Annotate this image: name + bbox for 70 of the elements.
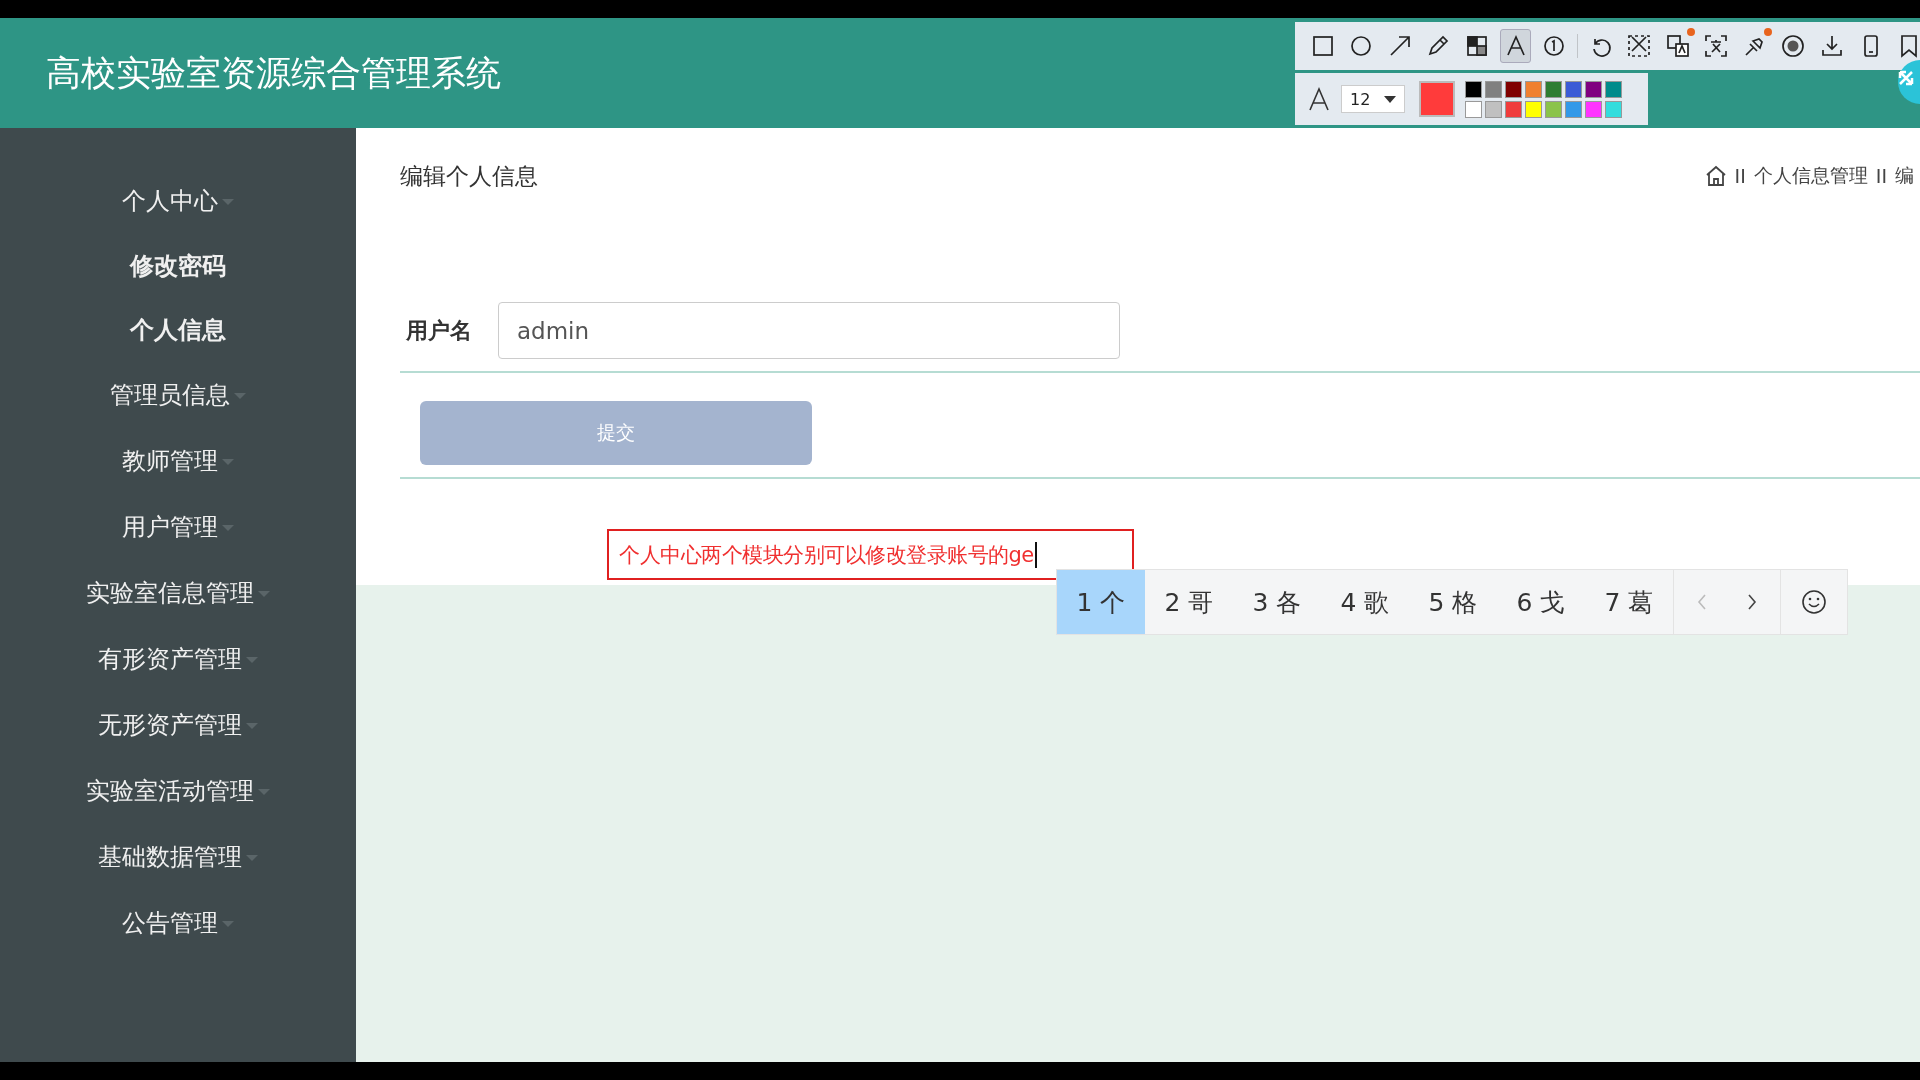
record-icon (1780, 33, 1807, 59)
sidebar-item[interactable]: 基础数据管理 (98, 841, 242, 873)
home-icon[interactable] (1704, 165, 1727, 187)
annotation-textbox[interactable]: 个人中心两个模块分别可以修改登录账号的ge (607, 529, 1134, 580)
ime-candidate[interactable]: 6 戈 (1497, 570, 1585, 634)
breadcrumb-item: 编 (1895, 163, 1914, 188)
sidebar-item[interactable]: 实验室信息管理 (86, 577, 254, 609)
ime-candidate[interactable]: 1 个 (1057, 570, 1145, 634)
ime-candidate[interactable]: 5 格 (1409, 570, 1497, 634)
ime-candidate[interactable]: 7 葛 (1585, 570, 1673, 634)
ime-candidate[interactable]: 3 各 (1233, 570, 1321, 634)
dropdown-caret-icon (1384, 95, 1396, 103)
caret-icon (222, 459, 234, 465)
field-label: 用户名 (406, 316, 473, 345)
app-title: 高校实验室资源综合管理系统 (46, 51, 501, 95)
breadcrumb-item: II (1875, 165, 1887, 187)
sidebar-item[interactable]: 管理员信息 (110, 379, 230, 411)
sidebar-item[interactable]: 有形资产管理 (98, 643, 242, 675)
color-swatch[interactable] (1525, 80, 1542, 98)
sidebar-item[interactable]: 教师管理 (122, 445, 218, 477)
color-swatch[interactable] (1585, 100, 1602, 118)
caret-icon (246, 657, 258, 663)
scissors-icon (1626, 33, 1653, 59)
color-swatch[interactable] (1505, 80, 1522, 98)
breadcrumb-item: 个人信息管理 (1753, 163, 1868, 188)
download-icon (1819, 33, 1845, 59)
color-swatch[interactable] (1605, 80, 1622, 98)
annotation-text: 个人中心两个模块分别可以修改登录账号的ge (619, 541, 1034, 569)
breadcrumb-item: II (1734, 165, 1746, 187)
page-title: 编辑个人信息 (400, 161, 538, 191)
translate-icon (1664, 33, 1691, 59)
color-swatch[interactable] (1585, 80, 1602, 98)
sidebar-subitem[interactable]: 修改密码 (130, 250, 226, 282)
font-size-value: 12 (1350, 89, 1371, 109)
caret-icon (222, 921, 234, 927)
ime-candidate[interactable]: 4 歌 (1321, 570, 1409, 634)
sidebar-item[interactable]: 个人中心 (122, 185, 218, 217)
sidebar-item[interactable]: 无形资产管理 (98, 709, 242, 741)
font-icon (1307, 86, 1331, 112)
color-swatch[interactable] (1505, 100, 1522, 118)
next-page-icon[interactable] (1746, 593, 1758, 611)
caret-icon (258, 789, 270, 795)
color-swatch[interactable] (1465, 80, 1482, 98)
color-swatch[interactable] (1545, 80, 1562, 98)
text-tool[interactable] (1499, 29, 1532, 63)
font-size-dropdown[interactable]: 12 (1341, 85, 1405, 113)
color-swatch[interactable] (1565, 100, 1582, 118)
caret-icon (246, 723, 258, 729)
caret-icon (234, 393, 246, 399)
color-swatch[interactable] (1605, 100, 1622, 118)
caret-icon (222, 199, 234, 205)
text-cursor (1034, 541, 1037, 568)
color-swatch[interactable] (1465, 100, 1482, 118)
sidebar-item[interactable]: 公告管理 (122, 907, 218, 939)
sidebar-item[interactable]: 实验室活动管理 (86, 775, 254, 807)
color-swatch[interactable] (1545, 100, 1562, 118)
caret-icon (246, 855, 258, 861)
caret-icon (258, 591, 270, 597)
color-swatch[interactable] (1565, 80, 1582, 98)
sidebar-subitem[interactable]: 个人信息 (130, 314, 226, 346)
color-swatch[interactable] (1525, 100, 1542, 118)
caret-icon (222, 525, 234, 531)
sidebar-item[interactable]: 用户管理 (122, 511, 218, 543)
color-swatch[interactable] (1485, 80, 1502, 98)
color-swatch[interactable] (1485, 100, 1502, 118)
input-field[interactable]: admin (498, 302, 1120, 359)
emoji-icon[interactable] (1801, 589, 1827, 615)
current-color-swatch[interactable] (1419, 81, 1455, 117)
ime-candidate[interactable]: 2 哥 (1145, 570, 1233, 634)
ocr-icon (1703, 33, 1730, 59)
